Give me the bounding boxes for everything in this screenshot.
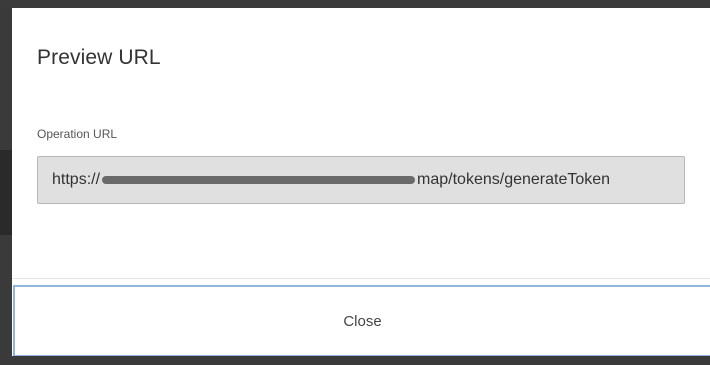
dialog-title: Preview URL: [37, 46, 161, 69]
url-prefix-text: https://: [52, 171, 101, 188]
operation-url-label: Operation URL: [37, 127, 118, 141]
operation-url-field[interactable]: https:// map/tokens/generateToken: [37, 156, 685, 204]
close-button[interactable]: Close: [13, 285, 710, 357]
modal-backdrop-top: [0, 0, 710, 8]
modal-backdrop-left: [0, 150, 12, 235]
redacted-url-segment: [102, 176, 416, 184]
modal-backdrop-bottom: [0, 356, 710, 365]
footer-divider: [12, 278, 710, 279]
url-suffix-text: map/tokens/generateToken: [417, 171, 611, 188]
preview-url-dialog: Preview URL Operation URL https:// map/t…: [12, 8, 710, 365]
